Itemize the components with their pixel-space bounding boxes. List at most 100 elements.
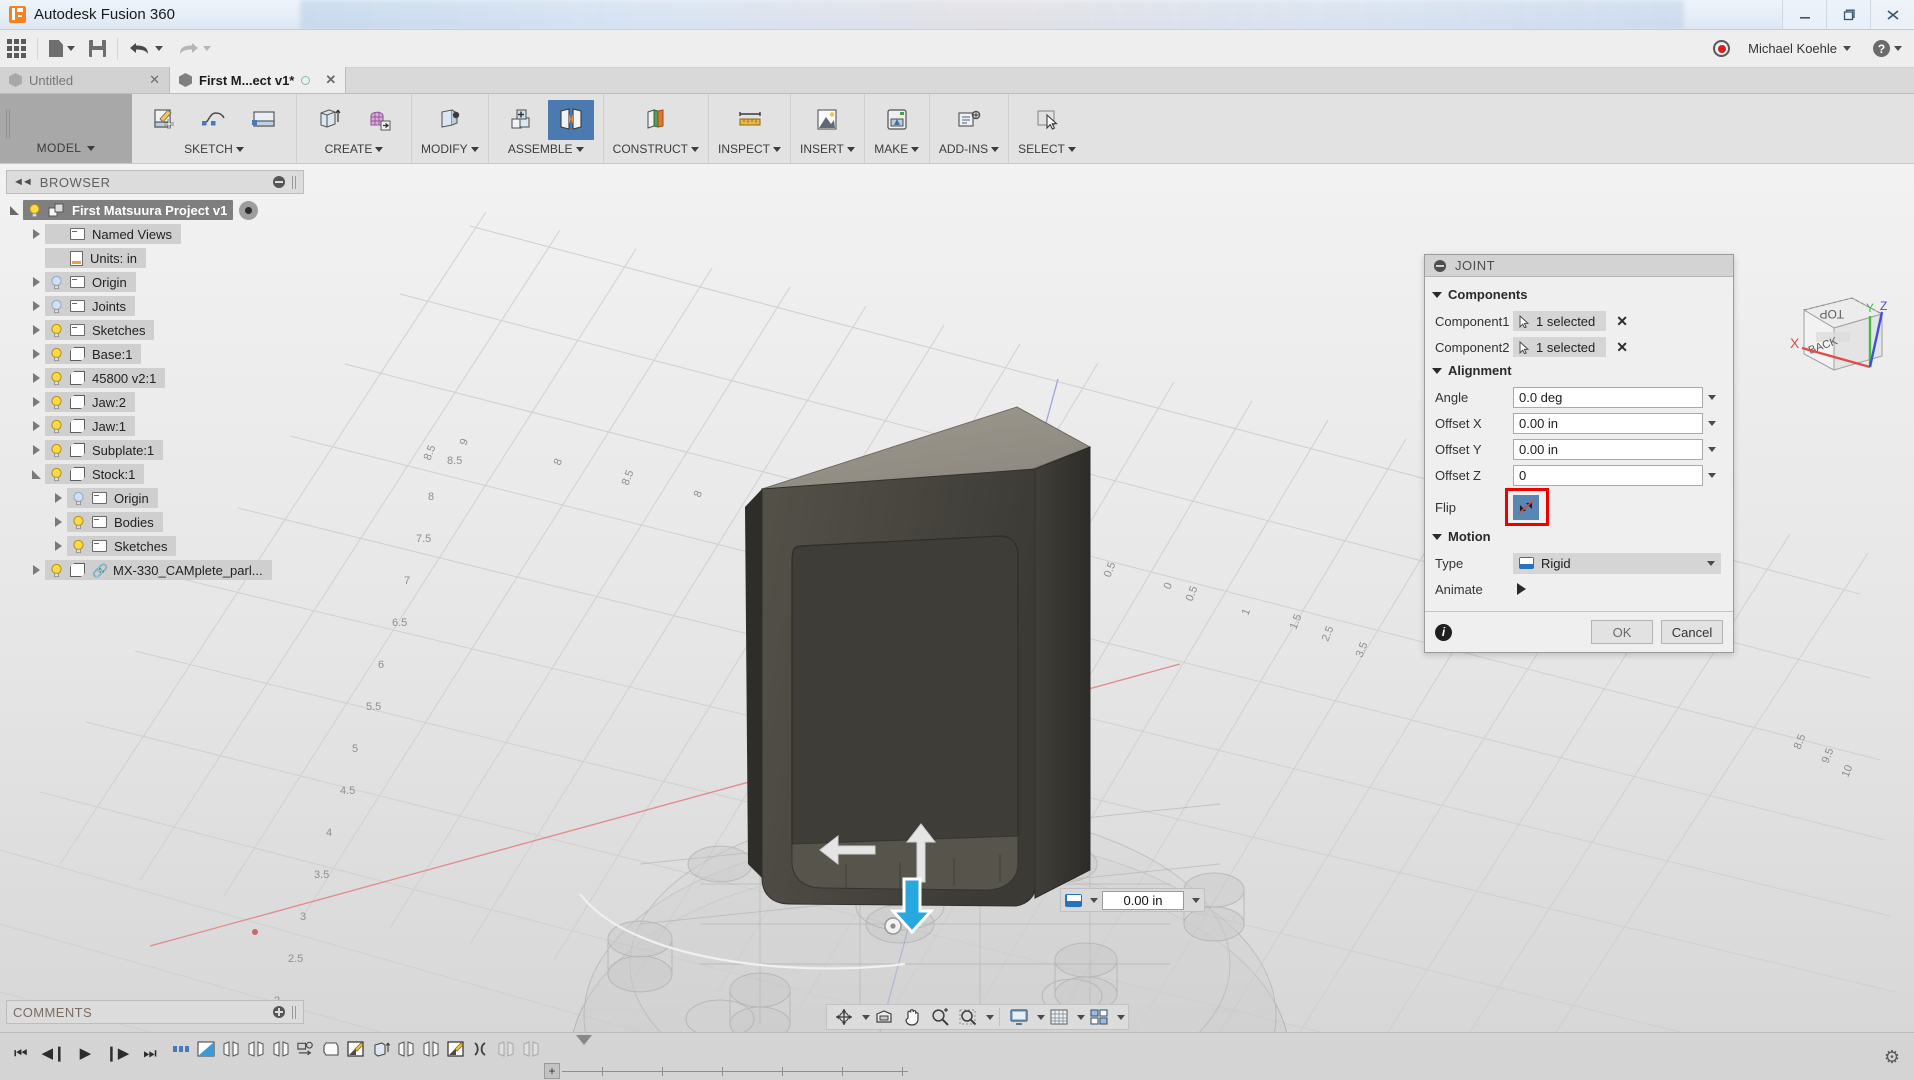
comments-panel-header[interactable]: COMMENTS — [6, 1000, 304, 1024]
timeline-node-insert-derive[interactable] — [296, 1038, 317, 1059]
timeline-node-body[interactable] — [321, 1038, 342, 1059]
light-bulb-off-icon[interactable] — [72, 491, 85, 506]
create-sketch-button[interactable] — [141, 100, 187, 140]
angle-input[interactable]: 0.0 deg — [1513, 387, 1703, 408]
timeline-node-joint[interactable] — [396, 1038, 417, 1059]
light-bulb-on-icon[interactable] — [50, 395, 63, 410]
tree-node-45800-v2-1[interactable]: 45800 v2:1 — [28, 366, 304, 390]
timeline-node-sketch-active[interactable] — [196, 1038, 217, 1059]
ribbon-label-construct[interactable]: CONSTRUCT — [613, 142, 699, 163]
section-header-alignment[interactable]: Alignment — [1425, 360, 1733, 384]
chevron-down-icon[interactable] — [1037, 1015, 1045, 1020]
ribbon-label-assemble[interactable]: ASSEMBLE — [508, 142, 584, 163]
play-icon[interactable] — [1517, 583, 1526, 595]
new-component-button[interactable] — [498, 100, 544, 140]
look-at-button[interactable] — [870, 1005, 898, 1029]
tree-node-body[interactable]: Jaw:2 — [45, 392, 135, 412]
chevron-down-icon[interactable] — [1894, 46, 1902, 51]
info-icon[interactable]: i — [1435, 624, 1452, 641]
timeline-node-sketch[interactable] — [446, 1038, 467, 1059]
section-header-components[interactable]: Components — [1425, 284, 1733, 308]
collapse-panel-icon[interactable]: ◄◄ — [13, 176, 31, 188]
expander-closed-icon[interactable] — [28, 565, 45, 575]
light-bulb-on-icon[interactable] — [72, 515, 85, 530]
tree-node-root[interactable]: First Matsuura Project v1 — [6, 198, 304, 222]
chevron-down-icon[interactable] — [1117, 1015, 1125, 1020]
comments-expand-icon[interactable] — [273, 1006, 285, 1018]
canvas-value-field[interactable]: 0.00 in — [1060, 888, 1205, 912]
component2-selection[interactable]: 1 selected — [1513, 337, 1606, 357]
clear-component2-icon[interactable]: ✕ — [1616, 339, 1628, 356]
tree-node-body[interactable]: 45800 v2:1 — [45, 368, 165, 388]
section-header-motion[interactable]: Motion — [1425, 526, 1733, 550]
light-bulb-off-icon[interactable] — [50, 299, 63, 314]
scripts-addins-button[interactable] — [946, 100, 992, 140]
close-button[interactable] — [1870, 0, 1914, 29]
pan-button[interactable] — [898, 1005, 926, 1029]
tree-node-named-views[interactable]: Named Views — [28, 222, 304, 246]
tree-node-body[interactable]: First Matsuura Project v1 — [23, 200, 233, 220]
timeline-node-component-group[interactable] — [171, 1038, 192, 1059]
view-cube[interactable]: TOP BACK X Y Z — [1782, 292, 1892, 388]
chevron-down-icon[interactable] — [862, 1015, 870, 1020]
3d-print-button[interactable] — [874, 100, 920, 140]
plane-sketch-button[interactable] — [241, 100, 287, 140]
timeline-node-as-built-joint[interactable] — [471, 1038, 492, 1059]
light-bulb-on-icon[interactable] — [50, 419, 63, 434]
tree-node-body[interactable]: Subplate:1 — [45, 440, 163, 460]
display-settings-button[interactable] — [1005, 1005, 1033, 1029]
undo-button[interactable] — [122, 30, 170, 68]
tree-node-jaw-2[interactable]: Jaw:2 — [28, 390, 304, 414]
motion-type-select[interactable]: Rigid — [1513, 553, 1721, 574]
restore-button[interactable] — [1826, 0, 1870, 29]
tree-node-base-1[interactable]: Base:1 — [28, 342, 304, 366]
tree-node-body[interactable]: Bodies — [67, 512, 163, 532]
tree-node-body[interactable]: Sketches — [45, 320, 154, 340]
ribbon-label-create[interactable]: CREATE — [325, 142, 384, 163]
redo-button[interactable] — [170, 30, 218, 68]
tree-node-origin[interactable]: Origin — [28, 270, 304, 294]
tree-node-body[interactable]: Named Views — [45, 224, 181, 244]
timeline-scrollbar[interactable]: + — [544, 1067, 908, 1076]
close-icon[interactable]: ✕ — [325, 72, 336, 88]
component1-selection[interactable]: 1 selected — [1513, 311, 1606, 331]
tree-node-body[interactable]: Sketches — [67, 536, 176, 556]
tree-node-body[interactable]: Origin — [45, 272, 136, 292]
tree-node-subplate-1[interactable]: Subplate:1 — [28, 438, 304, 462]
tree-node-jaw-1[interactable]: Jaw:1 — [28, 414, 304, 438]
expander-closed-icon[interactable] — [28, 325, 45, 335]
tree-node-stock-1[interactable]: Stock:1 — [28, 462, 304, 486]
close-icon[interactable]: ✕ — [149, 72, 160, 88]
timeline-playhead[interactable] — [576, 1035, 592, 1045]
timeline-node-joint-ghost[interactable] — [521, 1038, 542, 1059]
zoom-button[interactable] — [926, 1005, 954, 1029]
user-account-name[interactable]: Michael Koehle — [1748, 41, 1837, 56]
offset-value-input[interactable]: 0.00 in — [1102, 891, 1184, 910]
tree-node-joints[interactable]: Joints — [28, 294, 304, 318]
app-grid-button[interactable] — [0, 30, 33, 68]
screen-record-button[interactable] — [1713, 40, 1730, 57]
help-icon[interactable]: ? — [1873, 40, 1890, 57]
step-forward-icon[interactable]: ❙▶ — [105, 1046, 129, 1061]
light-bulb-on-icon[interactable] — [50, 443, 63, 458]
skip-last-icon[interactable]: ⏭ — [143, 1046, 157, 1061]
offset-x-dropdown-icon[interactable] — [1703, 413, 1721, 434]
ribbon-label-sketch[interactable]: SKETCH — [184, 142, 244, 163]
ok-button[interactable]: OK — [1591, 620, 1653, 644]
expander-closed-icon[interactable] — [28, 421, 45, 431]
grid-snap-button[interactable] — [1045, 1005, 1073, 1029]
minimize-button[interactable] — [1782, 0, 1826, 29]
viewports-button[interactable] — [1085, 1005, 1113, 1029]
offset-plane-button[interactable] — [633, 100, 679, 140]
joint-dialog-titlebar[interactable]: JOINT — [1425, 255, 1733, 277]
chevron-down-icon[interactable] — [1090, 898, 1098, 903]
browser-collapse-icon[interactable] — [273, 176, 285, 188]
expander-open-icon[interactable] — [28, 470, 45, 479]
document-tab-first-matsuura[interactable]: First M...ect v1* ✕ — [170, 67, 346, 93]
tree-node-sketches[interactable]: Sketches — [50, 534, 304, 558]
timeline-node-joint[interactable] — [421, 1038, 442, 1059]
ribbon-label-select[interactable]: SELECT — [1018, 142, 1076, 163]
collapse-icon[interactable] — [1434, 260, 1446, 272]
timeline-node-extrude[interactable] — [371, 1038, 392, 1059]
offset-y-dropdown-icon[interactable] — [1703, 439, 1721, 460]
